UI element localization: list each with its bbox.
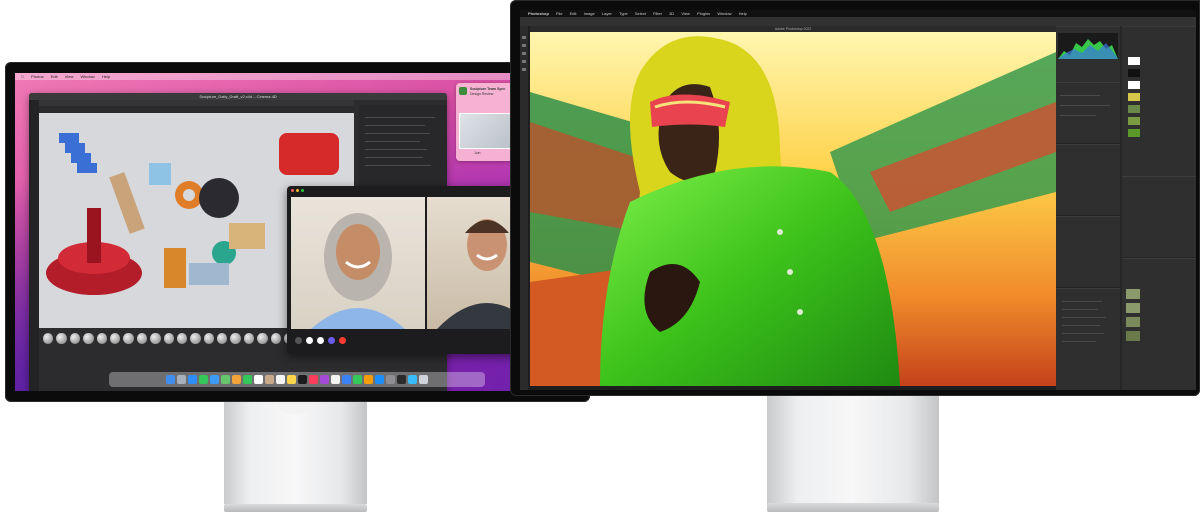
- participant-video-woman: [291, 197, 425, 329]
- notification-subtitle: Design Review: [470, 92, 494, 96]
- menu-item[interactable]: Image: [584, 11, 595, 16]
- viewport-tabs[interactable]: [39, 106, 354, 113]
- navigator-panel[interactable]: [1056, 216, 1120, 287]
- launchpad-icon[interactable]: [177, 375, 186, 384]
- reminders-icon[interactable]: [276, 375, 285, 384]
- mail-icon[interactable]: [210, 375, 219, 384]
- calendar-icon[interactable]: [254, 375, 263, 384]
- menu-item[interactable]: Edit: [570, 11, 577, 16]
- right-monitor-stand: [767, 395, 939, 505]
- menu-item[interactable]: Edit: [51, 74, 58, 79]
- menu-item[interactable]: Plugins: [697, 11, 710, 16]
- layers-panel[interactable]: [1122, 26, 1196, 177]
- end-call-icon[interactable]: [339, 337, 346, 344]
- tools-panel[interactable]: [520, 26, 528, 390]
- thumbnails-panel[interactable]: [1122, 258, 1196, 390]
- menu-item[interactable]: Layer: [602, 11, 612, 16]
- app-icon: [459, 87, 467, 95]
- properties-panel[interactable]: [1056, 82, 1120, 143]
- notification-title: Sculpture Team Sync: [470, 87, 506, 91]
- portrait-photo: [530, 32, 1056, 386]
- window-controls[interactable]: [291, 189, 304, 192]
- maps-icon[interactable]: [221, 375, 230, 384]
- history-panel[interactable]: [1056, 288, 1120, 390]
- menu-item[interactable]: File: [556, 11, 562, 16]
- tool-strip[interactable]: [29, 100, 39, 391]
- shareplay-icon[interactable]: [328, 337, 335, 344]
- mute-icon[interactable]: [306, 337, 313, 344]
- messages-icon[interactable]: [199, 375, 208, 384]
- keynote-icon[interactable]: [342, 375, 351, 384]
- menu-item[interactable]: Help: [739, 11, 747, 16]
- screen-sharing-icon[interactable]: [408, 375, 417, 384]
- sidebar-toggle-icon[interactable]: [295, 337, 302, 344]
- window-title: Sculpture_Daily_Draft_v2.c4d – Cinema 4D: [29, 93, 447, 100]
- pages-icon[interactable]: [364, 375, 373, 384]
- menu-item[interactable]: 3D: [669, 11, 674, 16]
- tv-icon[interactable]: [298, 375, 307, 384]
- menu-item[interactable]: Select: [635, 11, 646, 16]
- camera-icon[interactable]: [317, 337, 324, 344]
- photo-canvas[interactable]: [530, 32, 1056, 386]
- menu-item[interactable]: Type: [619, 11, 628, 16]
- trash-icon[interactable]: [419, 375, 428, 384]
- left-screen-desktop:  Photos Edit View Window Help Sculpture…: [15, 73, 580, 391]
- menu-item[interactable]: Photos: [31, 74, 43, 79]
- facetime-icon[interactable]: [243, 375, 252, 384]
- news-icon[interactable]: [331, 375, 340, 384]
- podcasts-icon[interactable]: [320, 375, 329, 384]
- numbers-icon[interactable]: [353, 375, 362, 384]
- menu-item[interactable]: View: [65, 74, 74, 79]
- music-icon[interactable]: [309, 375, 318, 384]
- call-controls: [295, 337, 346, 344]
- apple-icon[interactable]: : [21, 74, 24, 79]
- menu-item[interactable]: Window: [80, 74, 94, 79]
- finder-icon[interactable]: [166, 375, 175, 384]
- right-screen-photoshop: Photoshop File Edit Image Layer Type Sel…: [520, 10, 1196, 390]
- panels-dock: [1056, 26, 1196, 390]
- 3d-app-icon[interactable]: [397, 375, 406, 384]
- mac-menubar:  Photos Edit View Window Help: [15, 73, 580, 80]
- contacts-icon[interactable]: [265, 375, 274, 384]
- app-store-icon[interactable]: [375, 375, 384, 384]
- photos-icon[interactable]: [232, 375, 241, 384]
- menu-item[interactable]: Filter: [653, 11, 662, 16]
- right-stand-foot: [767, 503, 939, 512]
- safari-icon[interactable]: [188, 375, 197, 384]
- dock: [109, 372, 485, 387]
- options-bar[interactable]: [520, 17, 1196, 26]
- left-monitor-stand: [224, 400, 367, 504]
- menu-item[interactable]: Photoshop: [528, 11, 549, 16]
- notes-icon[interactable]: [287, 375, 296, 384]
- adjustments-panel[interactable]: [1056, 144, 1120, 215]
- system-preferences-icon[interactable]: [386, 375, 395, 384]
- join-button[interactable]: Join: [474, 151, 480, 155]
- menu-item[interactable]: View: [681, 11, 690, 16]
- menu-item[interactable]: Window: [717, 11, 731, 16]
- histogram-panel[interactable]: [1056, 26, 1120, 82]
- channels-panel[interactable]: [1122, 176, 1196, 257]
- left-stand-foot: [224, 504, 367, 512]
- photoshop-menubar: Photoshop File Edit Image Layer Type Sel…: [520, 10, 1196, 17]
- menu-item[interactable]: Help: [102, 74, 110, 79]
